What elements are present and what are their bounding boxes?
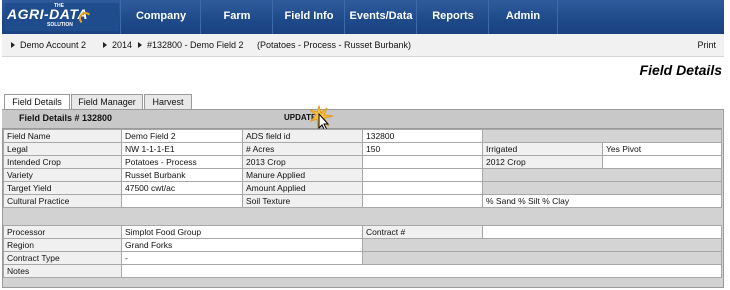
panel-title: Field Details # 132800	[19, 113, 113, 123]
crop-2012-value	[602, 155, 722, 169]
acres-value: 150	[362, 142, 483, 156]
panel-header: Field Details # 132800 UPDATE	[2, 110, 722, 129]
table-row: Intended Crop Potatoes - Process 2013 Cr…	[3, 155, 722, 169]
top-nav-bar: THE AGRI-DATA SOLUTION Company Farm Fiel…	[2, 0, 724, 35]
table-row: Region Grand Forks	[3, 238, 722, 252]
contract-type-label: Contract Type	[3, 251, 122, 265]
amount-applied-label: Amount Applied	[242, 181, 363, 195]
empty-cell	[362, 238, 722, 252]
empty-cell	[482, 168, 722, 182]
notes-label: Notes	[3, 264, 122, 278]
processor-value: Simplot Food Group	[121, 225, 363, 239]
soil-texture-label: Soil Texture	[242, 194, 363, 208]
print-link[interactable]: Print	[697, 34, 716, 56]
nav-field-info[interactable]: Field Info	[272, 0, 345, 34]
agri-data-logo[interactable]: THE AGRI-DATA SOLUTION	[5, 3, 119, 31]
soil-texture-value: % Sand % Silt % Clay	[482, 194, 722, 208]
table-row: Notes	[3, 264, 722, 278]
ads-field-id-value: 132800	[362, 129, 483, 143]
processor-label: Processor	[3, 225, 122, 239]
irrigated-label: Irrigated	[482, 142, 603, 156]
crop-2013-label: 2013 Crop	[242, 155, 363, 169]
table-row: Cultural Practice Soil Texture % Sand % …	[3, 194, 722, 208]
crop-2012-label: 2012 Crop	[482, 155, 603, 169]
breadcrumb: Demo Account 2 2014 #132800 - Demo Field…	[2, 34, 724, 57]
target-yield-label: Target Yield	[3, 181, 122, 195]
breadcrumb-arrow-icon	[138, 42, 142, 48]
breadcrumb-field[interactable]: #132800 - Demo Field 2	[147, 34, 244, 56]
empty-cell	[482, 129, 722, 143]
table-row: Field Name Demo Field 2 ADS field id 132…	[3, 129, 722, 143]
table-row: Target Yield 47500 cwt/ac Amount Applied	[3, 181, 722, 195]
empty-cell	[362, 251, 722, 265]
intended-crop-label: Intended Crop	[3, 155, 122, 169]
logo-swoosh-icon	[79, 12, 92, 25]
intended-crop-value: Potatoes - Process	[121, 155, 243, 169]
notes-value	[121, 264, 722, 278]
breadcrumb-crop: (Potatoes - Process - Russet Burbank)	[257, 40, 412, 50]
table-row: Contract Type -	[3, 251, 722, 265]
contract-number-value	[482, 225, 722, 239]
region-value: Grand Forks	[121, 238, 363, 252]
table-row: Legal NW 1-1-1-E1 # Acres 150 Irrigated …	[3, 142, 722, 156]
amount-applied-value	[362, 181, 483, 195]
field-name-value: Demo Field 2	[121, 129, 243, 143]
nav-reports[interactable]: Reports	[416, 0, 489, 34]
empty-cell	[482, 181, 722, 195]
breadcrumb-account[interactable]: Demo Account 2	[20, 34, 86, 56]
logo-main-text: AGRI-DATA	[7, 6, 88, 22]
variety-label: Variety	[3, 168, 122, 182]
nav-events-data[interactable]: Events/Data	[344, 0, 417, 34]
legal-value: NW 1-1-1-E1	[121, 142, 243, 156]
breadcrumb-arrow-icon	[11, 42, 15, 48]
legal-label: Legal	[3, 142, 122, 156]
manure-applied-value	[362, 168, 483, 182]
crop-2013-value	[362, 155, 483, 169]
tab-field-manager[interactable]: Field Manager	[71, 94, 143, 110]
cultural-practice-value	[121, 194, 243, 208]
manure-applied-label: Manure Applied	[242, 168, 363, 182]
nav-admin[interactable]: Admin	[488, 0, 558, 34]
acres-label: # Acres	[242, 142, 363, 156]
ads-field-id-label: ADS field id	[242, 129, 363, 143]
nav-company[interactable]: Company	[120, 0, 201, 34]
field-info-table: Field Name Demo Field 2 ADS field id 132…	[3, 129, 722, 208]
logo-sub-text: SOLUTION	[47, 22, 73, 28]
contract-info-table: Processor Simplot Food Group Contract # …	[3, 225, 722, 278]
table-row: Variety Russet Burbank Manure Applied	[3, 168, 722, 182]
cultural-practice-label: Cultural Practice	[3, 194, 122, 208]
soil-texture-spacer	[362, 194, 483, 208]
target-yield-value: 47500 cwt/ac	[121, 181, 243, 195]
region-label: Region	[3, 238, 122, 252]
variety-value: Russet Burbank	[121, 168, 243, 182]
breadcrumb-arrow-icon	[103, 42, 107, 48]
tab-harvest[interactable]: Harvest	[144, 94, 192, 110]
breadcrumb-year[interactable]: 2014	[112, 34, 132, 56]
table-row: Processor Simplot Food Group Contract #	[3, 225, 722, 239]
contract-number-label: Contract #	[362, 225, 483, 239]
contract-type-value: -	[121, 251, 363, 265]
nav-farm[interactable]: Farm	[200, 0, 273, 34]
page-title: Field Details	[639, 62, 722, 78]
irrigated-value: Yes Pivot	[602, 142, 722, 156]
field-name-label: Field Name	[3, 129, 122, 143]
